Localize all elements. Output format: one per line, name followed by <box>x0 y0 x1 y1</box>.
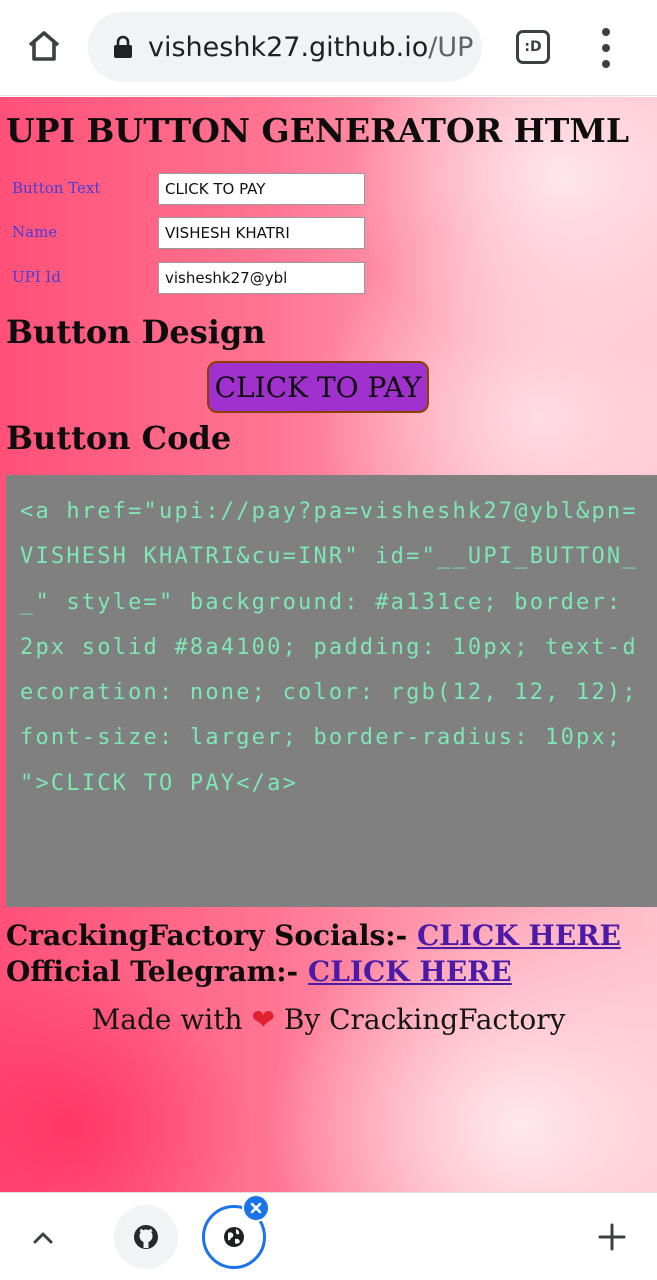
form-row-upi-id: UPI Id visheshk27@ybl <box>0 262 657 294</box>
browser-toolbar: vishesh​k27.github.io/UP :D <box>0 0 657 96</box>
tab-switcher-label: :D <box>524 39 542 55</box>
telegram-line: Official Telegram:- CLICK HERE <box>6 955 512 988</box>
heart-icon: ❤ <box>251 1003 275 1036</box>
footer-suffix: By CrackingFactory <box>283 1003 566 1036</box>
footer-prefix: Made with <box>91 1003 243 1036</box>
footer-credit: Made with ❤ By CrackingFactory <box>0 1003 657 1036</box>
telegram-link[interactable]: CLICK HERE <box>308 955 512 988</box>
socials-line: CrackingFactory Socials:- CLICK HERE <box>6 919 621 952</box>
close-tab-button[interactable] <box>242 1194 270 1222</box>
github-tab[interactable] <box>114 1205 178 1269</box>
home-icon <box>28 31 60 61</box>
globe-icon <box>224 1227 244 1247</box>
upi-id-input[interactable]: visheshk27@ybl <box>158 262 365 294</box>
name-input[interactable]: VISHESH KHATRI <box>158 217 365 249</box>
lock-icon <box>112 34 134 60</box>
url-path: /UP <box>428 31 474 63</box>
upi-id-label: UPI Id <box>12 268 61 286</box>
name-label: Name <box>12 223 58 241</box>
upi-pay-button-preview[interactable]: CLICK TO PAY <box>207 361 429 413</box>
generated-code: <a href="upi://pay?pa=visheshk27@ybl&pn=… <box>20 499 638 796</box>
chevron-up-icon[interactable] <box>28 1223 58 1253</box>
button-text-input[interactable]: CLICK TO PAY <box>158 173 365 205</box>
address-bar[interactable]: vishesh​k27.github.io/UP <box>88 12 482 82</box>
close-icon <box>250 1202 262 1214</box>
telegram-label: Official Telegram:- <box>6 955 299 988</box>
socials-label: CrackingFactory Socials:- <box>6 919 408 952</box>
button-code-heading: Button Code <box>6 419 232 457</box>
form-row-name: Name VISHESH KHATRI <box>0 217 657 249</box>
more-vert-icon[interactable] <box>596 28 616 68</box>
github-icon <box>134 1225 158 1249</box>
page-content: UPI BUTTON GENERATOR HTML Button Text CL… <box>0 97 657 1192</box>
browser-bottom-bar <box>0 1192 657 1280</box>
button-design-heading: Button Design <box>6 313 266 351</box>
form-row-button-text: Button Text CLICK TO PAY <box>0 173 657 205</box>
url-host: vishesh​k27.github.io <box>148 31 429 63</box>
button-text-label: Button Text <box>12 179 101 197</box>
home-button[interactable] <box>22 24 66 68</box>
plus-icon[interactable] <box>596 1221 628 1253</box>
code-block: <a href="upi://pay?pa=visheshk27@ybl&pn=… <box>6 475 657 907</box>
page-title: UPI BUTTON GENERATOR HTML <box>6 111 630 150</box>
url-text: vishesh​k27.github.io/UP <box>148 32 473 63</box>
socials-link[interactable]: CLICK HERE <box>417 919 621 952</box>
tab-switcher-button[interactable]: :D <box>516 30 550 64</box>
